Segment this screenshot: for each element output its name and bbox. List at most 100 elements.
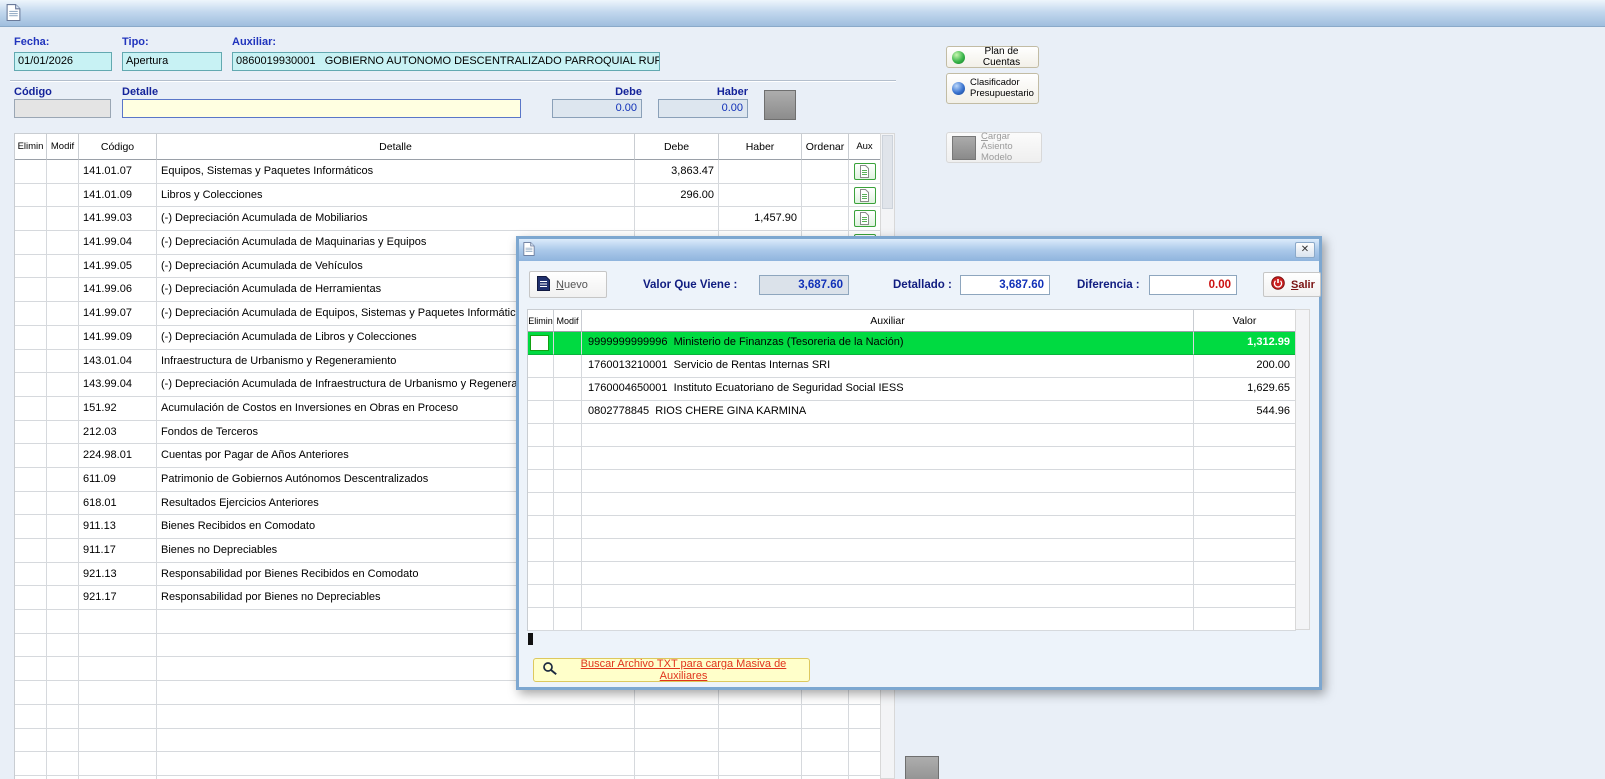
column-header-elimin[interactable]: Elimin — [528, 310, 554, 332]
column-header-debe[interactable]: Debe — [635, 134, 719, 160]
cell-elimin — [15, 563, 47, 587]
column-header-valor[interactable]: Valor — [1194, 310, 1296, 332]
cell-elimin — [15, 729, 47, 753]
cell-modif — [47, 302, 79, 326]
cell-valor — [1194, 562, 1296, 585]
auxiliar-row[interactable] — [528, 424, 1296, 447]
auxiliar-row[interactable]: 1760013210001 Servicio de Rentas Interna… — [528, 355, 1296, 378]
cell-modif — [47, 705, 79, 729]
auxiliar-row[interactable]: 9999999999996 Ministerio de Finanzas (Te… — [528, 332, 1296, 355]
table-row[interactable]: 141.01.09Libros y Colecciones296.00 — [15, 184, 881, 208]
cell-modif — [554, 355, 582, 378]
cell-codigo: 911.13 — [79, 515, 157, 539]
column-header-elimin[interactable]: Elimin — [15, 134, 47, 160]
auxiliar-row[interactable] — [528, 493, 1296, 516]
cargar-label-line2: Modelo — [981, 152, 1012, 163]
cell-valor — [1194, 516, 1296, 539]
cell-aux — [849, 184, 881, 208]
column-header-ordenar[interactable]: Ordenar — [802, 134, 849, 160]
auxiliar-row[interactable] — [528, 516, 1296, 539]
modal-hscroll-strip[interactable] — [527, 633, 1310, 646]
table-row[interactable]: 141.01.07Equipos, Sistemas y Paquetes In… — [15, 160, 881, 184]
cell-debe: 3,863.47 — [635, 160, 719, 184]
window-titlebar[interactable] — [0, 0, 1605, 27]
cargar-asiento-modelo-button[interactable]: Cargar Asiento Modelo — [946, 132, 1042, 163]
cell-detalle: Equipos, Sistemas y Paquetes Informático… — [157, 160, 635, 184]
cell-auxiliar — [582, 447, 1194, 470]
scrollbar-thumb[interactable] — [882, 135, 893, 209]
tipo-input[interactable]: Apertura — [122, 52, 222, 71]
modal-table-scrollbar[interactable] — [1295, 309, 1310, 630]
column-header-modif[interactable]: Modif — [554, 310, 582, 332]
dialog-titlebar[interactable]: ✕ — [519, 239, 1319, 261]
haber-label: Haber — [658, 86, 748, 98]
cell-modif — [47, 421, 79, 445]
salir-button[interactable]: Salir — [1263, 272, 1321, 297]
cell-modif — [47, 515, 79, 539]
cell-modif — [554, 401, 582, 424]
close-button[interactable]: ✕ — [1295, 242, 1315, 258]
cell-elimin — [15, 421, 47, 445]
auxiliar-row[interactable]: 0802778845 RIOS CHERE GINA KARMINA544.96 — [528, 401, 1296, 424]
table-row[interactable]: 141.99.03(-) Depreciación Acumulada de M… — [15, 207, 881, 231]
cell-modif — [554, 539, 582, 562]
cell-modif — [554, 470, 582, 493]
column-header-codigo[interactable]: Código — [79, 134, 157, 160]
cell-elimin — [528, 355, 554, 378]
auxiliar-row[interactable] — [528, 562, 1296, 585]
codigo-input[interactable] — [14, 99, 111, 118]
cell-modif — [47, 468, 79, 492]
auxiliar-row[interactable]: 1760004650001 Instituto Ecuatoriano de S… — [528, 378, 1296, 401]
cell-modif — [47, 729, 79, 753]
auxiliar-row[interactable] — [528, 608, 1296, 631]
column-header-aux[interactable]: Aux — [849, 134, 881, 160]
clasificador-presupuestario-button[interactable]: Clasificador Presupuestario — [946, 73, 1039, 104]
partial-gray-button[interactable] — [905, 756, 939, 779]
tipo-label: Tipo: — [122, 36, 149, 48]
plan-de-cuentas-button[interactable]: Plan de Cuentas — [946, 46, 1039, 68]
cell-aux — [849, 160, 881, 184]
aux-button[interactable] — [854, 210, 876, 227]
cell-codigo: 141.01.09 — [79, 184, 157, 208]
table-row[interactable] — [15, 705, 881, 729]
search-icon — [542, 661, 558, 679]
column-header-haber[interactable]: Haber — [719, 134, 802, 160]
cell-codigo: 224.98.01 — [79, 444, 157, 468]
fecha-input[interactable]: 01/01/2026 — [14, 52, 112, 71]
clasificador-icon — [952, 82, 965, 95]
table-row[interactable] — [15, 752, 881, 776]
cargar-asiento-icon — [952, 136, 976, 160]
cell-auxiliar: 0802778845 RIOS CHERE GINA KARMINA — [582, 401, 1194, 424]
nuevo-button[interactable]: Nuevo — [529, 271, 607, 298]
cell-detalle — [157, 705, 635, 729]
auxiliar-row[interactable] — [528, 447, 1296, 470]
column-header-modif[interactable]: Modif — [47, 134, 79, 160]
auxiliar-row[interactable] — [528, 585, 1296, 608]
add-entry-button[interactable] — [764, 90, 796, 120]
column-header-detalle[interactable]: Detalle — [157, 134, 635, 160]
cell-elimin — [15, 397, 47, 421]
debe-label: Debe — [552, 86, 642, 98]
buscar-archivo-txt-button[interactable]: Buscar Archivo TXT para carga Masiva de … — [533, 658, 810, 682]
cell-detalle — [157, 752, 635, 776]
debe-field[interactable]: 0.00 — [552, 99, 642, 118]
aux-button[interactable] — [854, 187, 876, 204]
column-header-auxiliar[interactable]: Auxiliar — [582, 310, 1194, 332]
cell-codigo — [79, 610, 157, 634]
cell-valor — [1194, 585, 1296, 608]
detalle-input[interactable] — [122, 99, 521, 118]
auxiliar-row[interactable] — [528, 539, 1296, 562]
auxiliar-row[interactable] — [528, 470, 1296, 493]
cell-haber — [719, 160, 802, 184]
auxiliar-input[interactable]: 0860019930001 GOBIERNO AUTONOMO DESCENTR… — [232, 52, 660, 71]
auxiliar-label: Auxiliar: — [232, 36, 276, 48]
cell-haber: 1,457.90 — [719, 207, 802, 231]
haber-field[interactable]: 0.00 — [658, 99, 748, 118]
table-row[interactable] — [15, 729, 881, 753]
cell-modif — [554, 562, 582, 585]
cell-elimin — [15, 752, 47, 776]
cell-ordenar — [802, 160, 849, 184]
aux-button[interactable] — [854, 163, 876, 180]
cell-codigo — [79, 729, 157, 753]
buscar-label: Buscar Archivo TXT para carga Masiva de … — [566, 658, 801, 682]
